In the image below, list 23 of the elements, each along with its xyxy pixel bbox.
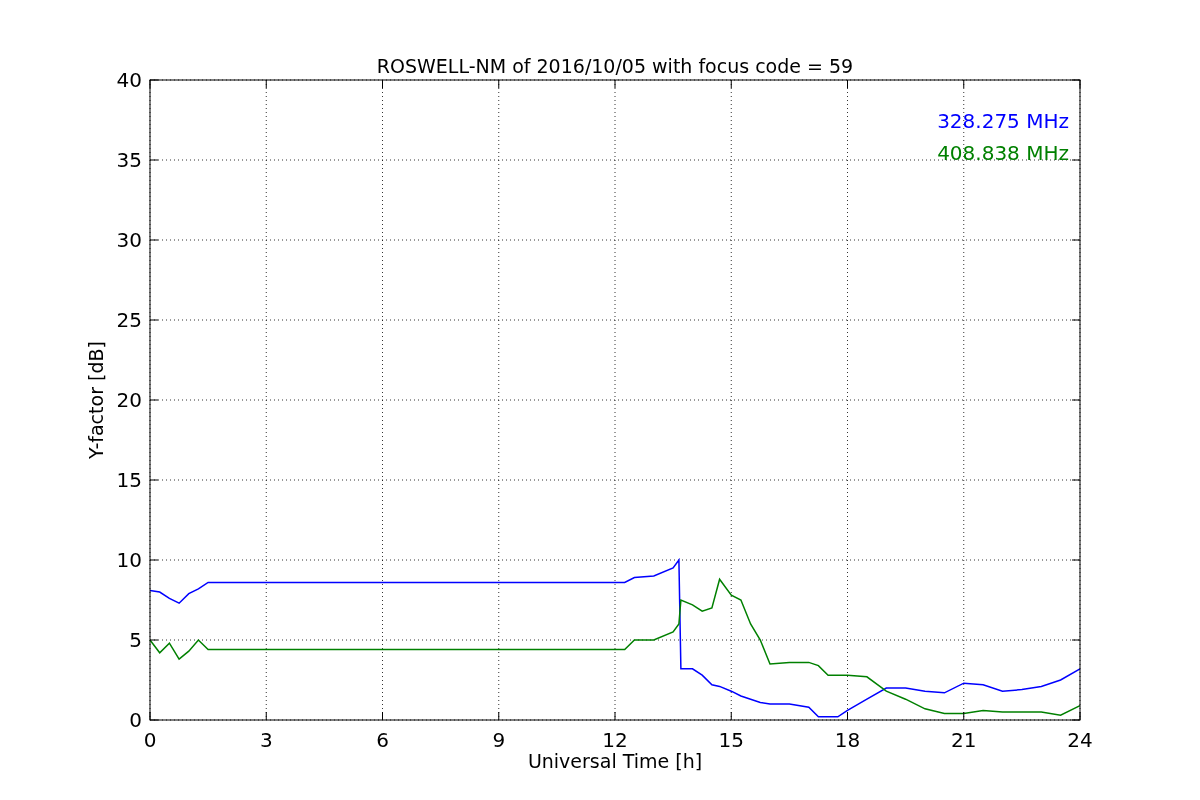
x-tick-label: 21 (951, 728, 977, 752)
x-tick-label: 9 (492, 728, 506, 752)
x-tick-label: 18 (834, 728, 861, 752)
y-axis-label: Y-factor [dB] (85, 341, 107, 459)
x-tick-label: 24 (1067, 728, 1093, 752)
legend-label: 408.838 MHz (937, 141, 1069, 165)
y-tick-label: 5 (129, 628, 142, 652)
y-tick-label: 30 (116, 228, 142, 252)
x-tick-label: 15 (718, 728, 744, 752)
y-tick-label: 10 (116, 548, 142, 572)
x-tick-label: 12 (602, 728, 628, 752)
y-tick-label: 25 (116, 308, 142, 332)
y-tick-label: 40 (116, 68, 142, 92)
y-tick-label: 20 (116, 388, 142, 412)
x-axis-label: Universal Time [h] (527, 750, 703, 772)
x-tick-label: 6 (376, 728, 389, 752)
y-tick-label: 35 (116, 148, 142, 172)
y-tick-label: 0 (129, 708, 142, 732)
y-tick-label: 15 (116, 468, 142, 492)
legend-label: 328.275 MHz (937, 109, 1069, 133)
x-tick-label: 0 (143, 728, 157, 752)
chart-title: ROSWELL-NM of 2016/10/05 with focus code = 59 (376, 55, 854, 77)
x-tick-label: 3 (259, 728, 273, 752)
